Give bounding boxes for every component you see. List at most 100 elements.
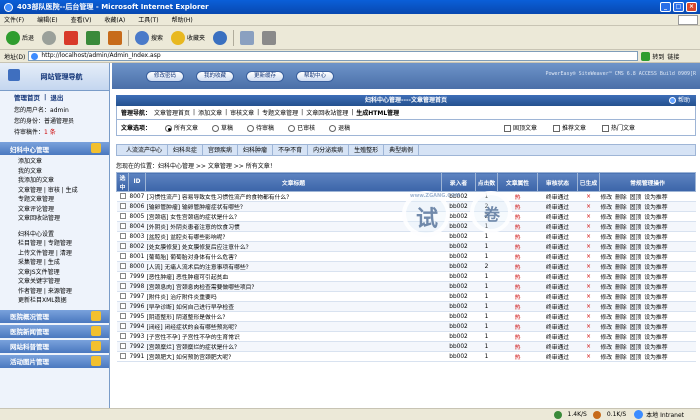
- check-top[interactable]: 固顶文章: [503, 123, 537, 132]
- sidebar-item[interactable]: 采集管理 | 生成: [18, 258, 109, 268]
- category-tab[interactable]: 不孕不育: [273, 145, 309, 155]
- row-op-link[interactable]: 修改: [601, 265, 613, 271]
- search-button[interactable]: 搜索: [133, 29, 165, 47]
- row-select[interactable]: [116, 221, 129, 232]
- row-op-link[interactable]: 修改: [601, 205, 613, 211]
- address-input[interactable]: http://localhost/admin/Admin_Index.asp: [28, 51, 639, 61]
- row-op-link[interactable]: 设为推荐: [644, 195, 667, 201]
- row-op-link[interactable]: 删除: [615, 305, 627, 311]
- row-op-link[interactable]: 设为推荐: [644, 235, 667, 241]
- menu-file[interactable]: 文件(F): [4, 15, 24, 24]
- close-button[interactable]: ×: [686, 2, 697, 12]
- row-op-link[interactable]: 删除: [615, 245, 627, 251]
- radio-rejected[interactable]: 退稿: [329, 123, 350, 132]
- row-title[interactable]: [闭经] 闭经症状的会有哪些预兆呢？: [145, 321, 442, 332]
- row-op-link[interactable]: 修改: [601, 225, 613, 231]
- row-select[interactable]: [116, 331, 129, 342]
- row-op-link[interactable]: 修改: [601, 355, 613, 361]
- row-title[interactable]: [阴道整形] 阴道整形是做什么？: [145, 311, 442, 322]
- row-op-link[interactable]: 固顶: [630, 345, 642, 351]
- row-checkbox[interactable]: [119, 323, 126, 330]
- nav-item-recycle[interactable]: 文章回收站管理: [306, 108, 348, 117]
- sidebar-item[interactable]: 我添加的文章: [18, 176, 109, 186]
- row-op-link[interactable]: 设为推荐: [644, 275, 667, 281]
- sidebar-section-hospital-overview[interactable]: 医院概况管理: [0, 309, 109, 323]
- row-select[interactable]: [116, 291, 129, 302]
- sidebar-item[interactable]: 作者管理 | 来源管理: [18, 287, 109, 297]
- row-op-link[interactable]: 修改: [601, 335, 613, 341]
- row-title[interactable]: [宫颈糜烂] 宫颈糜烂的症状是什么？: [145, 341, 442, 352]
- row-op-link[interactable]: 固顶: [630, 235, 642, 241]
- mail-button[interactable]: [238, 29, 256, 47]
- row-select[interactable]: [116, 231, 129, 242]
- favorites-button[interactable]: 收藏夹: [169, 29, 207, 47]
- row-op-link[interactable]: 固顶: [630, 315, 642, 321]
- row-op-link[interactable]: 设为推荐: [644, 325, 667, 331]
- row-title[interactable]: [子宫性不孕] 子宫性不孕的生育常识: [145, 331, 442, 342]
- help-link[interactable]: 帮助: [668, 95, 690, 106]
- row-title[interactable]: [人流] 无痛人流术后的注意事项有哪些？: [145, 261, 442, 272]
- row-op-link[interactable]: 设为推荐: [644, 225, 667, 231]
- print-button[interactable]: [260, 29, 278, 47]
- menu-view[interactable]: 查看(V): [71, 15, 92, 24]
- sidebar-section-gynecology[interactable]: 妇科中心管理: [0, 142, 109, 155]
- home-button[interactable]: [106, 29, 124, 47]
- row-title[interactable]: [习惯性流产] 容易导致女性习惯性流产的食物都有什么？: [145, 191, 442, 202]
- row-op-link[interactable]: 固顶: [630, 275, 642, 281]
- radio-approved[interactable]: 已审核: [288, 123, 315, 132]
- back-button[interactable]: 后退: [4, 29, 36, 47]
- row-op-link[interactable]: 删除: [615, 285, 627, 291]
- row-checkbox[interactable]: [119, 293, 126, 300]
- row-op-link[interactable]: 删除: [615, 235, 627, 241]
- nav-item-review[interactable]: 审核文章: [230, 108, 254, 117]
- radio-pending[interactable]: 待审稿: [247, 123, 274, 132]
- row-op-link[interactable]: 删除: [615, 215, 627, 221]
- nav-item-add[interactable]: 添加文章: [198, 108, 222, 117]
- row-op-link[interactable]: 删除: [615, 225, 627, 231]
- row-checkbox[interactable]: [119, 203, 126, 210]
- sidebar-item[interactable]: 妇科中心设置: [18, 230, 109, 240]
- row-op-link[interactable]: 设为推荐: [644, 305, 667, 311]
- row-op-link[interactable]: 修改: [601, 195, 613, 201]
- row-op-link[interactable]: 修改: [601, 305, 613, 311]
- row-op-link[interactable]: 固顶: [630, 265, 642, 271]
- sidebar-item[interactable]: 文章管理 | 审核 | 生成: [18, 186, 109, 196]
- row-title[interactable]: [宫颈息肉] 宫颈息肉检查需要做哪些项目？: [145, 281, 442, 292]
- row-op-link[interactable]: 设为推荐: [644, 255, 667, 261]
- row-checkbox[interactable]: [119, 243, 126, 250]
- row-select[interactable]: [116, 321, 129, 332]
- radio-all[interactable]: 所有文章: [165, 123, 198, 132]
- row-title[interactable]: [宫颈肥大] 如何预防宫颈肥大呢？: [145, 351, 442, 362]
- check-hot[interactable]: 热门文章: [601, 123, 635, 132]
- row-checkbox[interactable]: [119, 273, 126, 280]
- help-center-button[interactable]: 帮助中心: [296, 70, 334, 82]
- row-checkbox[interactable]: [119, 343, 126, 350]
- refresh-button[interactable]: [84, 29, 102, 47]
- row-select[interactable]: [116, 201, 129, 212]
- menu-favorites[interactable]: 收藏(A): [104, 15, 125, 24]
- links-button[interactable]: 链接: [667, 52, 679, 61]
- sidebar-section-hospital-news[interactable]: 医院新闻管理: [0, 324, 109, 338]
- row-op-link[interactable]: 设为推荐: [644, 245, 667, 251]
- change-password-button[interactable]: 修改密码: [146, 70, 184, 82]
- row-op-link[interactable]: 修改: [601, 315, 613, 321]
- row-op-link[interactable]: 删除: [615, 315, 627, 321]
- row-checkbox[interactable]: [119, 333, 126, 340]
- maximize-button[interactable]: □: [673, 2, 684, 12]
- stop-button[interactable]: [62, 29, 80, 47]
- category-tab[interactable]: 内分泌疾病: [308, 145, 350, 155]
- row-op-link[interactable]: 固顶: [630, 325, 642, 331]
- row-select[interactable]: [116, 191, 129, 202]
- sidebar-item[interactable]: 专题文章管理: [18, 195, 109, 205]
- nav-item-special[interactable]: 专题文章管理: [262, 108, 298, 117]
- go-button[interactable]: 转到: [641, 51, 664, 61]
- sidebar-item[interactable]: 栏目管理 | 专题管理: [18, 239, 109, 249]
- sidebar-item[interactable]: 更新栏目XML数据: [18, 296, 109, 306]
- row-op-link[interactable]: 固顶: [630, 225, 642, 231]
- row-op-link[interactable]: 删除: [615, 195, 627, 201]
- row-op-link[interactable]: 删除: [615, 295, 627, 301]
- row-op-link[interactable]: 固顶: [630, 335, 642, 341]
- row-op-link[interactable]: 修改: [601, 345, 613, 351]
- row-op-link[interactable]: 固顶: [630, 195, 642, 201]
- row-select[interactable]: [116, 251, 129, 262]
